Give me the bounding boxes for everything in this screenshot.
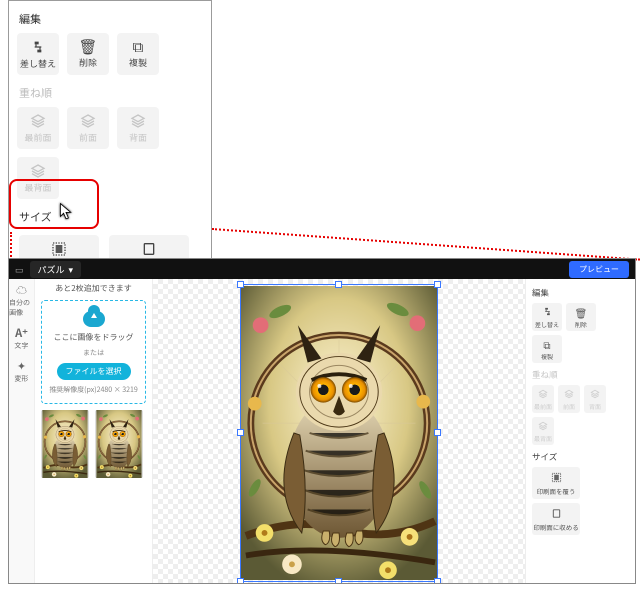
rp-o1: 最前面 bbox=[534, 402, 552, 411]
resize-handle-tl[interactable] bbox=[237, 281, 244, 288]
fit-icon bbox=[551, 507, 562, 522]
product-title-text: パズル bbox=[38, 263, 65, 276]
thumbnail-2[interactable] bbox=[95, 410, 143, 478]
swap-icon bbox=[30, 39, 46, 55]
layers-front-icon bbox=[538, 387, 548, 402]
layers-backward-icon bbox=[590, 387, 600, 402]
rp-del-label: 削除 bbox=[575, 320, 587, 329]
rp-swap-label: 差し替え bbox=[535, 320, 559, 329]
resize-handle-tr[interactable] bbox=[434, 281, 441, 288]
section-title-edit: 編集 bbox=[19, 11, 203, 27]
send-back-button[interactable]: 最背面 bbox=[17, 157, 59, 199]
layers-backward-icon bbox=[130, 113, 146, 129]
rail-text[interactable]: A⁺ 文字 bbox=[15, 328, 29, 351]
rp-cover-label: 印刷面を覆う bbox=[537, 486, 576, 496]
duplicate-icon: ⧉ bbox=[543, 337, 550, 352]
zoom-edit-panel: 編集 差し替え 🗑 削除 ⧉ 複製 重ね順 最前面 前面 bbox=[8, 0, 212, 294]
transform-icon: ✦ bbox=[17, 361, 26, 372]
trash-icon: 🗑 bbox=[575, 305, 588, 320]
section-title-order: 重ね順 bbox=[19, 85, 203, 101]
layers-forward-icon bbox=[80, 113, 96, 129]
layers-back-icon bbox=[30, 163, 46, 179]
rail-transform-label: 変形 bbox=[15, 374, 29, 384]
resize-handle-bl[interactable] bbox=[237, 578, 244, 584]
swap-button[interactable]: 差し替え bbox=[17, 33, 59, 75]
rp-forward-button[interactable]: 前面 bbox=[558, 385, 580, 413]
duplicate-icon: ⧉ bbox=[133, 39, 144, 54]
tool-rail: ☁ 自分の画像 A⁺ 文字 ✦ 変形 bbox=[9, 279, 35, 583]
thumbnail-1[interactable] bbox=[41, 410, 89, 478]
layers-forward-icon bbox=[564, 387, 574, 402]
selected-artwork[interactable] bbox=[241, 285, 437, 581]
canvas[interactable] bbox=[153, 279, 525, 583]
rp-delete-button[interactable]: 🗑削除 bbox=[566, 303, 596, 331]
send-back-label: 最背面 bbox=[24, 181, 51, 194]
remaining-count: あと2枚追加できます bbox=[41, 283, 146, 294]
resize-handle-mr[interactable] bbox=[434, 429, 441, 436]
rp-o4: 最背面 bbox=[534, 434, 552, 443]
rp-swap-button[interactable]: 差し替え bbox=[532, 303, 562, 331]
rp-backward-button[interactable]: 背面 bbox=[584, 385, 606, 413]
preview-button[interactable]: プレビュー bbox=[569, 261, 629, 278]
swap-icon bbox=[542, 305, 553, 320]
app-titlebar: ▭ パズル ▾ プレビュー bbox=[9, 259, 635, 279]
product-title[interactable]: パズル ▾ bbox=[30, 261, 82, 278]
rp-front-button[interactable]: 最前面 bbox=[532, 385, 554, 413]
fit-icon bbox=[141, 241, 157, 257]
rp-back-button[interactable]: 最背面 bbox=[532, 417, 554, 445]
cloud-upload-icon: ☁ bbox=[16, 285, 27, 296]
rail-transform[interactable]: ✦ 変形 bbox=[15, 361, 29, 384]
or-text: または bbox=[83, 348, 104, 358]
drag-text: ここに画像をドラッグ bbox=[54, 332, 134, 343]
editor-app: ▭ パズル ▾ プレビュー ☁ 自分の画像 A⁺ 文字 bbox=[8, 258, 636, 584]
rp-fit-label: 印刷面に収める bbox=[533, 522, 579, 532]
rail-images-label: 自分の画像 bbox=[9, 298, 34, 318]
cover-icon bbox=[51, 241, 67, 257]
text-icon: A⁺ bbox=[15, 328, 28, 339]
rail-text-label: 文字 bbox=[15, 341, 29, 351]
rp-fit-button[interactable]: 印刷面に収める bbox=[532, 503, 580, 535]
file-picker-button[interactable]: ファイルを選択 bbox=[57, 363, 131, 380]
delete-button[interactable]: 🗑 削除 bbox=[67, 33, 109, 75]
layers-back-icon bbox=[538, 419, 548, 434]
trash-icon: 🗑 bbox=[78, 39, 97, 54]
resize-handle-br[interactable] bbox=[434, 578, 441, 584]
chevron-down-icon: ▾ bbox=[69, 263, 74, 276]
forward-label: 前面 bbox=[79, 131, 97, 144]
preview-button-label: プレビュー bbox=[579, 264, 619, 275]
rp-dup-label: 複製 bbox=[541, 352, 553, 361]
section-title-size: サイズ bbox=[19, 209, 203, 225]
delete-label: 削除 bbox=[79, 56, 97, 69]
uploader-panel: あと2枚追加できます ここに画像をドラッグ または ファイルを選択 推奨解像度(… bbox=[35, 279, 153, 583]
rp-order-title: 重ね順 bbox=[532, 369, 629, 381]
resize-handle-mb[interactable] bbox=[335, 578, 342, 584]
resize-handle-mt[interactable] bbox=[335, 281, 342, 288]
bring-front-button[interactable]: 最前面 bbox=[17, 107, 59, 149]
duplicate-button[interactable]: ⧉ 複製 bbox=[117, 33, 159, 75]
dropzone[interactable]: ここに画像をドラッグ または ファイルを選択 推奨解像度(px)2480 × 3… bbox=[41, 300, 146, 404]
swap-label: 差し替え bbox=[20, 57, 56, 70]
recommended-size: 推奨解像度(px)2480 × 3219 bbox=[49, 385, 138, 395]
window-chrome-icon: ▭ bbox=[15, 263, 24, 276]
file-picker-label: ファイルを選択 bbox=[66, 366, 122, 377]
resize-handle-ml[interactable] bbox=[237, 429, 244, 436]
duplicate-label: 複製 bbox=[129, 56, 147, 69]
rp-o2: 前面 bbox=[563, 402, 575, 411]
cloud-icon bbox=[83, 311, 105, 327]
bring-front-label: 最前面 bbox=[24, 131, 51, 144]
rp-cover-button[interactable]: 印刷面を覆う bbox=[532, 467, 580, 499]
properties-panel: 編集 差し替え 🗑削除 ⧉複製 重ね順 最前面 前面 背面 最背面 サイズ 印刷… bbox=[525, 279, 635, 583]
rail-images[interactable]: ☁ 自分の画像 bbox=[9, 285, 34, 318]
rp-edit-title: 編集 bbox=[532, 287, 629, 299]
cover-icon bbox=[551, 471, 562, 486]
rp-o3: 背面 bbox=[589, 402, 601, 411]
rp-dup-button[interactable]: ⧉複製 bbox=[532, 335, 562, 363]
layers-front-icon bbox=[30, 113, 46, 129]
forward-button[interactable]: 前面 bbox=[67, 107, 109, 149]
backward-label: 背面 bbox=[129, 131, 147, 144]
rp-size-title: サイズ bbox=[532, 451, 629, 463]
backward-button[interactable]: 背面 bbox=[117, 107, 159, 149]
